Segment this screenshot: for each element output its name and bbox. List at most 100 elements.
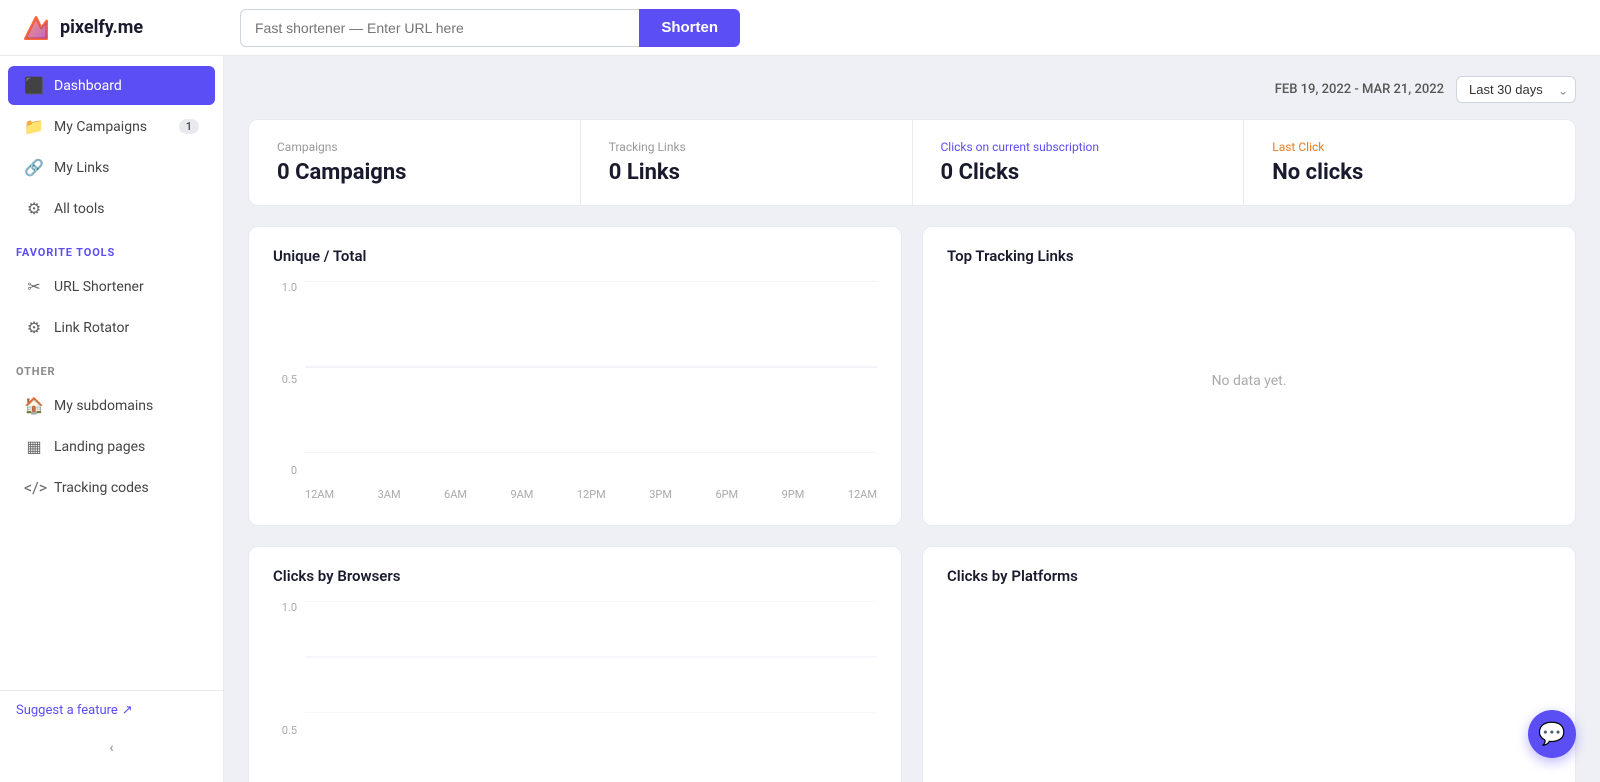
sidebar-label-subdomains: My subdomains [54, 398, 153, 414]
link-rotator-icon: ⚙ [24, 318, 44, 337]
sidebar-item-tracking-codes[interactable]: </> Tracking codes [8, 468, 215, 507]
logo-icon [20, 12, 52, 44]
sidebar-label-alltools: All tools [54, 201, 104, 217]
y-label-05: 0.5 [282, 373, 297, 386]
sidebar-label-tracking-codes: Tracking codes [54, 480, 149, 496]
stat-card-campaigns: Campaigns 0 Campaigns [249, 120, 581, 205]
stat-label-campaigns: Campaigns [277, 140, 552, 154]
stat-card-last-click: Last Click No clicks [1244, 120, 1575, 205]
x-label-12am: 12AM [305, 488, 334, 501]
logo-text: pixelfy.me [60, 17, 143, 38]
stat-label-links: Tracking Links [609, 140, 884, 154]
date-select-wrap: Last 7 days Last 30 days Last 90 days Cu… [1456, 76, 1576, 103]
alltools-icon: ⚙ [24, 199, 44, 218]
suggest-feature-icon: ↗ [122, 703, 133, 718]
links-icon: 🔗 [24, 158, 44, 177]
charts-top-row: Unique / Total 1.0 0.5 0 [248, 226, 1576, 526]
x-label-6pm: 6PM [715, 488, 738, 501]
stat-value-last-click: No clicks [1272, 160, 1547, 185]
favorite-tools-label: FAVORITE TOOLS [0, 230, 223, 265]
sidebar-label-landing-pages: Landing pages [54, 439, 145, 455]
sidebar-label-links: My Links [54, 160, 109, 176]
chart-clicks-browsers-inner [305, 601, 877, 737]
chart-clicks-browsers: Clicks by Browsers 1.0 0.5 [248, 546, 902, 782]
sidebar-nav: ⬛ Dashboard 📁 My Campaigns 1 🔗 My Links … [0, 56, 223, 690]
dashboard-icon: ⬛ [24, 76, 44, 95]
other-label: OTHER [0, 349, 223, 384]
sidebar-label-dashboard: Dashboard [54, 78, 122, 94]
sidebar-footer: Suggest a feature ↗ [0, 690, 223, 730]
sidebar-item-landing-pages[interactable]: ▦ Landing pages [8, 427, 215, 466]
chart-unique-total-svg [305, 281, 877, 453]
x-label-9am: 9AM [510, 488, 533, 501]
chart-unique-total-svg-wrap: 1.0 0.5 0 12AM 3AM 6AM [273, 281, 877, 501]
sidebar-label-link-rotator: Link Rotator [54, 320, 129, 336]
url-bar: Shorten [240, 9, 740, 47]
charts-bottom-row: Clicks by Browsers 1.0 0.5 [248, 546, 1576, 782]
sidebar: ⬛ Dashboard 📁 My Campaigns 1 🔗 My Links … [0, 56, 224, 782]
chart-clicks-browsers-y-axis: 1.0 0.5 [273, 601, 301, 737]
stat-value-campaigns: 0 Campaigns [277, 160, 552, 185]
y-label-1: 1.0 [282, 281, 297, 294]
chart-clicks-browsers-svg-wrap: 1.0 0.5 [273, 601, 877, 761]
sidebar-collapse-button[interactable]: ‹ [0, 730, 223, 766]
chart-top-links-no-data: No data yet. [947, 281, 1551, 481]
chart-unique-total-y-axis: 1.0 0.5 0 [273, 281, 301, 477]
content-area: FEB 19, 2022 - MAR 21, 2022 Last 7 days … [224, 56, 1600, 782]
x-label-12pm: 12PM [577, 488, 606, 501]
subdomains-icon: 🏠 [24, 396, 44, 415]
stat-label-last-click: Last Click [1272, 140, 1547, 154]
landing-pages-icon: ▦ [24, 437, 44, 456]
sidebar-item-url-shortener[interactable]: ✂ URL Shortener [8, 267, 215, 306]
stat-label-clicks: Clicks on current subscription [941, 140, 1216, 154]
date-range-text: FEB 19, 2022 - MAR 21, 2022 [1275, 82, 1444, 97]
chart-top-links: Top Tracking Links No data yet. [922, 226, 1576, 526]
chart-clicks-platforms: Clicks by Platforms [922, 546, 1576, 782]
stat-value-links: 0 Links [609, 160, 884, 185]
suggest-feature-link[interactable]: Suggest a feature ↗ [16, 703, 207, 718]
sidebar-item-links[interactable]: 🔗 My Links [8, 148, 215, 187]
stat-card-clicks: Clicks on current subscription 0 Clicks [913, 120, 1245, 205]
x-label-3pm: 3PM [649, 488, 672, 501]
stats-row: Campaigns 0 Campaigns Tracking Links 0 L… [248, 119, 1576, 206]
campaigns-icon: 📁 [24, 117, 44, 136]
x-label-3am: 3AM [378, 488, 401, 501]
chart-unique-total-title: Unique / Total [273, 247, 877, 265]
tracking-codes-icon: </> [24, 478, 44, 497]
logo: pixelfy.me [20, 12, 240, 44]
campaigns-badge: 1 [179, 119, 199, 134]
date-range-select[interactable]: Last 7 days Last 30 days Last 90 days Cu… [1456, 76, 1576, 103]
chart-clicks-platforms-title: Clicks by Platforms [947, 567, 1551, 585]
chart-clicks-browsers-svg [305, 601, 877, 713]
suggest-feature-label: Suggest a feature [16, 703, 118, 718]
collapse-icon: ‹ [109, 740, 113, 756]
sidebar-label-url-shortener: URL Shortener [54, 279, 144, 295]
sidebar-label-campaigns: My Campaigns [54, 119, 147, 135]
sidebar-item-subdomains[interactable]: 🏠 My subdomains [8, 386, 215, 425]
stat-card-links: Tracking Links 0 Links [581, 120, 913, 205]
topbar: pixelfy.me Shorten [0, 0, 1600, 56]
sidebar-item-link-rotator[interactable]: ⚙ Link Rotator [8, 308, 215, 347]
x-label-6am: 6AM [444, 488, 467, 501]
chat-bubble[interactable]: 💬 [1528, 710, 1576, 758]
chart-unique-total-x-labels: 12AM 3AM 6AM 9AM 12PM 3PM 6PM 9PM 12AM [305, 477, 877, 501]
chart-unique-total-inner [305, 281, 877, 477]
by-y-label-1: 1.0 [282, 601, 297, 614]
sidebar-item-alltools[interactable]: ⚙ All tools [8, 189, 215, 228]
chart-clicks-browsers-title: Clicks by Browsers [273, 567, 877, 585]
by-y-label-0: 0.5 [282, 724, 297, 737]
sidebar-item-dashboard[interactable]: ⬛ Dashboard [8, 66, 215, 105]
main-layout: ⬛ Dashboard 📁 My Campaigns 1 🔗 My Links … [0, 56, 1600, 782]
chart-top-links-title: Top Tracking Links [947, 247, 1551, 265]
url-input[interactable] [240, 9, 639, 47]
x-label-9pm: 9PM [782, 488, 805, 501]
url-shortener-icon: ✂ [24, 277, 44, 296]
stat-value-clicks: 0 Clicks [941, 160, 1216, 185]
shorten-button[interactable]: Shorten [639, 9, 740, 47]
chat-bubble-icon: 💬 [1538, 722, 1565, 747]
x-label-12am-end: 12AM [848, 488, 877, 501]
y-label-0: 0 [291, 464, 297, 477]
date-bar: FEB 19, 2022 - MAR 21, 2022 Last 7 days … [248, 76, 1576, 103]
sidebar-item-campaigns[interactable]: 📁 My Campaigns 1 [8, 107, 215, 146]
chart-unique-total: Unique / Total 1.0 0.5 0 [248, 226, 902, 526]
